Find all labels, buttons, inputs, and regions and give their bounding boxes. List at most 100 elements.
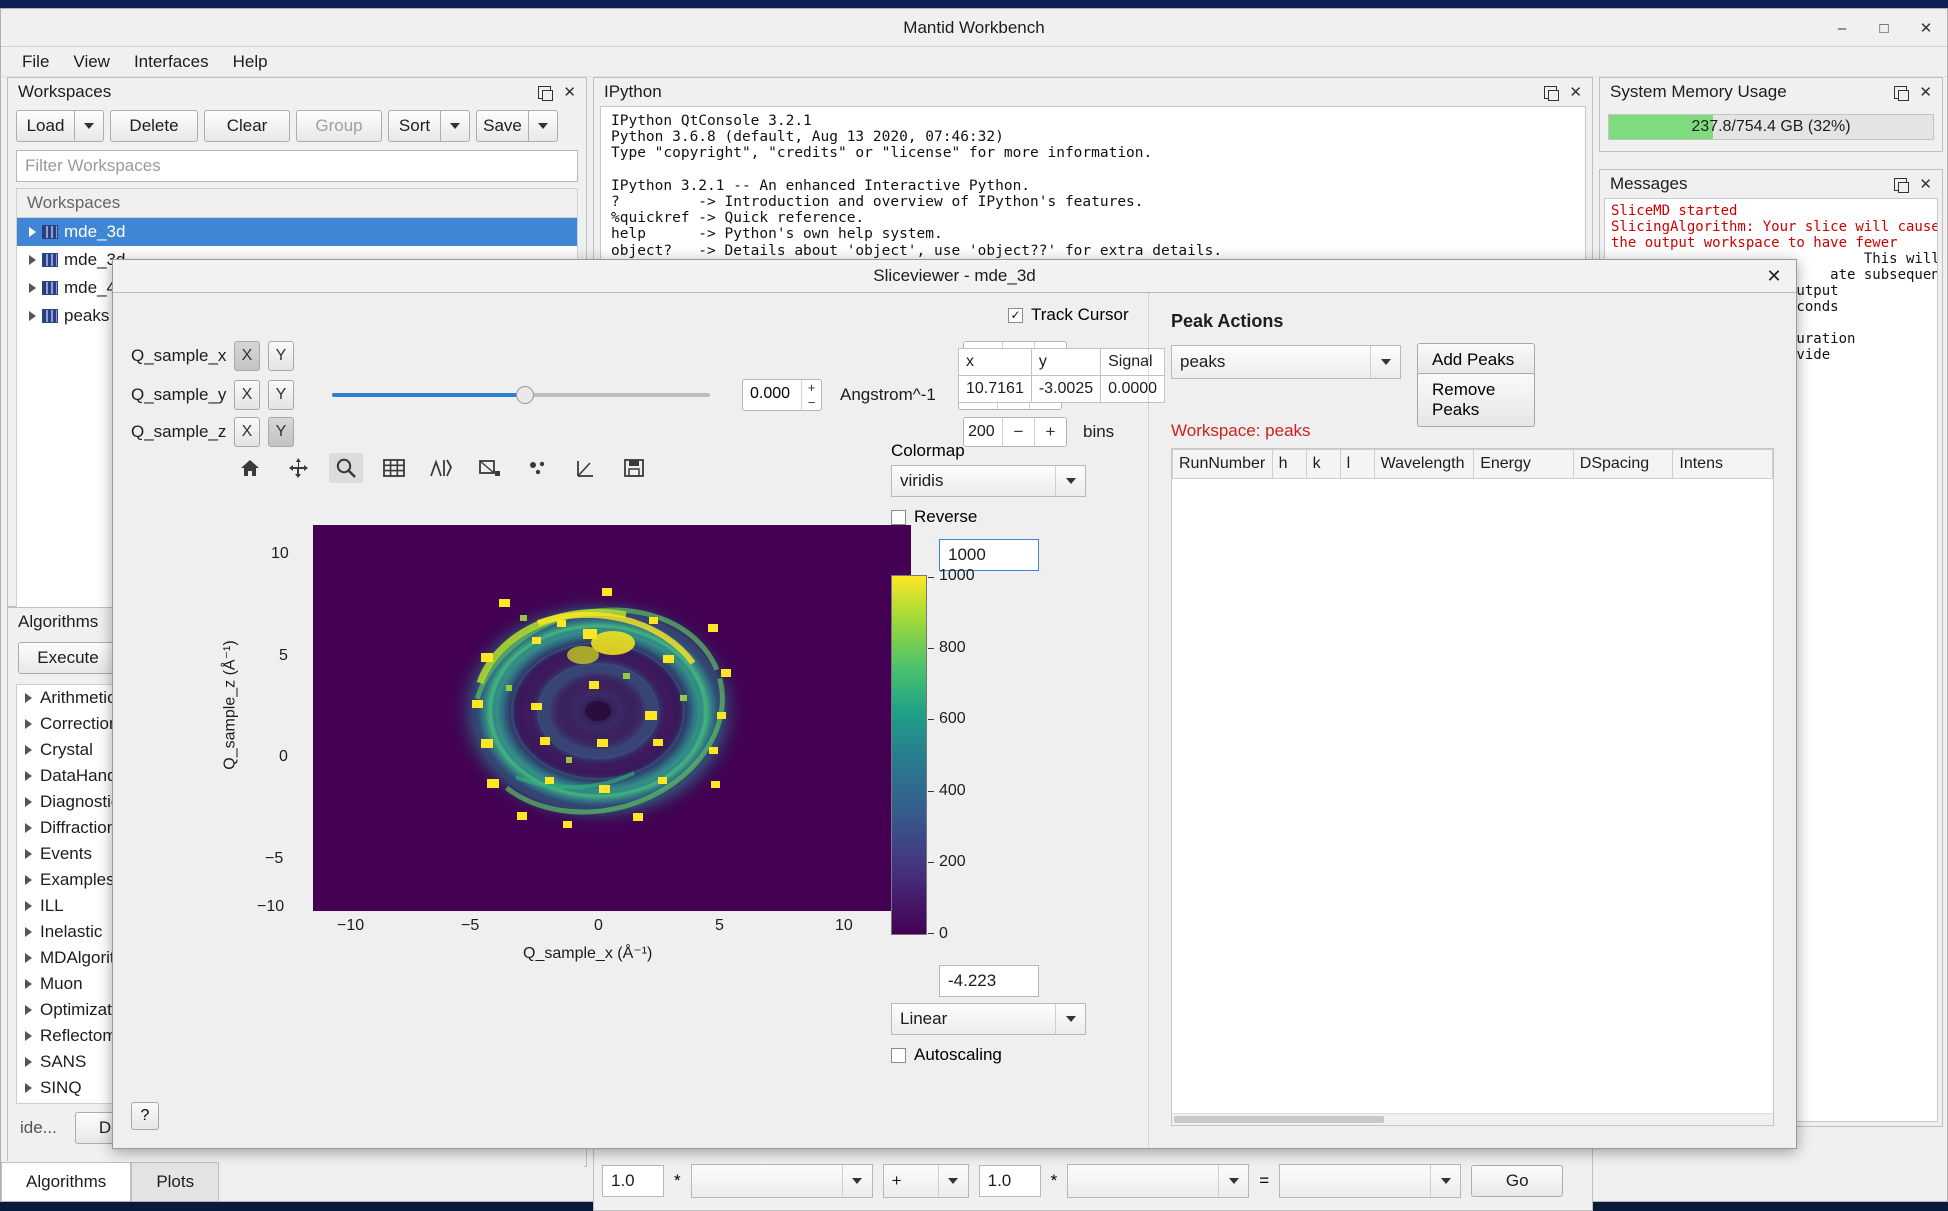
expand-triangle-icon[interactable] [25, 693, 32, 703]
save-button-label[interactable]: Save [476, 110, 528, 142]
delete-button[interactable]: Delete [110, 110, 198, 142]
close-button[interactable]: ✕ [1915, 17, 1937, 39]
reverse-row[interactable]: Reverse [891, 507, 977, 527]
float-icon[interactable] [1894, 178, 1907, 191]
slice-plot[interactable]: Q_sample_z (Å⁻¹) 10 5 0 −5 −10 [213, 525, 913, 955]
close-icon[interactable]: ✕ [1569, 83, 1582, 101]
peaks-col-l[interactable]: l [1340, 450, 1374, 479]
go-button[interactable]: Go [1471, 1165, 1563, 1197]
slice-value-input-qy[interactable]: 0.000 + − [742, 379, 822, 411]
minimize-button[interactable]: – [1831, 17, 1853, 39]
home-icon[interactable] [233, 453, 267, 483]
slice-value-qy[interactable]: 0.000 [743, 380, 801, 410]
dimension-y-button-qy[interactable]: Y [268, 380, 294, 410]
track-cursor-row[interactable]: ✓ Track Cursor [1008, 305, 1129, 325]
slice-value-stepper[interactable]: + − [801, 380, 821, 410]
save-icon[interactable] [617, 453, 651, 483]
clear-button[interactable]: Clear [204, 110, 290, 142]
close-icon[interactable]: ✕ [1919, 175, 1932, 193]
dimension-y-button-qz[interactable]: Y [268, 417, 294, 447]
chevron-down-icon[interactable] [842, 1165, 872, 1197]
tab-plots[interactable]: Plots [131, 1162, 219, 1201]
menu-view[interactable]: View [62, 48, 121, 76]
expand-triangle-icon[interactable] [25, 1057, 32, 1067]
region-selector-icon[interactable] [473, 453, 507, 483]
close-icon[interactable]: ✕ [563, 83, 576, 101]
add-peaks-button[interactable]: Add Peaks [1417, 343, 1535, 377]
workspace-item-mde_3d[interactable]: mde_3d [17, 218, 577, 246]
peaks-table[interactable]: RunNumber h k l Wavelength Energy DSpaci… [1172, 449, 1773, 479]
output-workspace-combo[interactable] [1279, 1164, 1461, 1198]
expand-triangle-icon[interactable] [25, 901, 32, 911]
peaks-col-h[interactable]: h [1272, 450, 1306, 479]
menu-help[interactable]: Help [222, 48, 279, 76]
line-plots-icon[interactable] [425, 453, 459, 483]
load-dropdown-arrow[interactable] [74, 110, 104, 142]
expand-triangle-icon[interactable] [25, 745, 32, 755]
chevron-down-icon[interactable] [1055, 1004, 1085, 1034]
zoom-icon[interactable] [329, 453, 363, 483]
operator-combo[interactable]: + [883, 1164, 969, 1198]
slice-slider-qy[interactable] [332, 393, 710, 397]
nonorthogonal-axes-icon[interactable] [569, 453, 603, 483]
sort-button-label[interactable]: Sort [388, 110, 440, 142]
load-button-label[interactable]: Load [16, 110, 74, 142]
expand-triangle-icon[interactable] [25, 927, 32, 937]
colorbar-min-input[interactable]: -4.223 [939, 965, 1039, 997]
execute-button[interactable]: Execute [18, 642, 118, 674]
expand-triangle-icon[interactable] [25, 1005, 32, 1015]
peaks-table-container[interactable]: RunNumber h k l Wavelength Energy DSpaci… [1171, 448, 1774, 1126]
colorbar-scale-combo[interactable]: Linear [891, 1003, 1086, 1035]
slice-slider-knob[interactable] [516, 386, 534, 404]
filter-workspaces-input[interactable]: Filter Workspaces [16, 150, 578, 182]
autoscaling-checkbox[interactable] [891, 1048, 906, 1063]
autoscaling-row[interactable]: Autoscaling [891, 1045, 1002, 1065]
float-icon[interactable] [1894, 86, 1907, 99]
tab-algorithms[interactable]: Algorithms [1, 1162, 131, 1201]
peaks-table-hscroll-thumb[interactable] [1174, 1116, 1384, 1123]
slice-value-decrement[interactable]: − [802, 395, 821, 410]
expand-triangle-icon[interactable] [29, 311, 36, 321]
colorbar-gradient[interactable] [891, 575, 927, 935]
grid-icon[interactable] [377, 453, 411, 483]
expand-triangle-icon[interactable] [29, 227, 36, 237]
sort-button[interactable]: Sort [388, 110, 470, 142]
menu-interfaces[interactable]: Interfaces [123, 48, 220, 76]
rhs-scale-input[interactable]: 1.0 [979, 1165, 1041, 1197]
save-dropdown-arrow[interactable] [528, 110, 558, 142]
remove-peaks-button[interactable]: Remove Peaks [1417, 373, 1535, 427]
expand-triangle-icon[interactable] [29, 283, 36, 293]
menu-file[interactable]: File [11, 48, 60, 76]
plot-canvas[interactable] [313, 525, 911, 911]
colormap-combo[interactable]: viridis [891, 465, 1086, 497]
pan-icon[interactable] [281, 453, 315, 483]
chevron-down-icon[interactable] [1218, 1165, 1248, 1197]
peaks-overlay-icon[interactable] [521, 453, 555, 483]
reverse-checkbox[interactable] [891, 510, 906, 525]
lhs-scale-input[interactable]: 1.0 [602, 1165, 664, 1197]
expand-triangle-icon[interactable] [25, 1031, 32, 1041]
peaks-table-hscrollbar[interactable] [1172, 1113, 1773, 1125]
peaks-workspace-combo[interactable]: peaks [1171, 345, 1401, 379]
close-icon[interactable]: ✕ [1919, 83, 1932, 101]
dimension-x-button-qz[interactable]: X [234, 417, 260, 447]
expand-triangle-icon[interactable] [25, 797, 32, 807]
sort-dropdown-arrow[interactable] [440, 110, 470, 142]
peaks-col-intens[interactable]: Intens [1673, 450, 1773, 479]
peaks-col-dspacing[interactable]: DSpacing [1573, 450, 1673, 479]
chevron-down-icon[interactable] [1370, 346, 1400, 378]
chevron-down-icon[interactable] [938, 1165, 968, 1197]
expand-triangle-icon[interactable] [29, 255, 36, 265]
dimension-x-button-qx[interactable]: X [234, 341, 260, 371]
peaks-col-wavelength[interactable]: Wavelength [1374, 450, 1474, 479]
peaks-col-k[interactable]: k [1306, 450, 1340, 479]
expand-triangle-icon[interactable] [25, 719, 32, 729]
save-button[interactable]: Save [476, 110, 558, 142]
chevron-down-icon[interactable] [1055, 466, 1085, 496]
dimension-x-button-qy[interactable]: X [234, 380, 260, 410]
help-button[interactable]: ? [131, 1102, 159, 1130]
load-button[interactable]: Load [16, 110, 104, 142]
track-cursor-checkbox[interactable]: ✓ [1008, 308, 1023, 323]
expand-triangle-icon[interactable] [25, 1083, 32, 1093]
peaks-col-energy[interactable]: Energy [1474, 450, 1574, 479]
